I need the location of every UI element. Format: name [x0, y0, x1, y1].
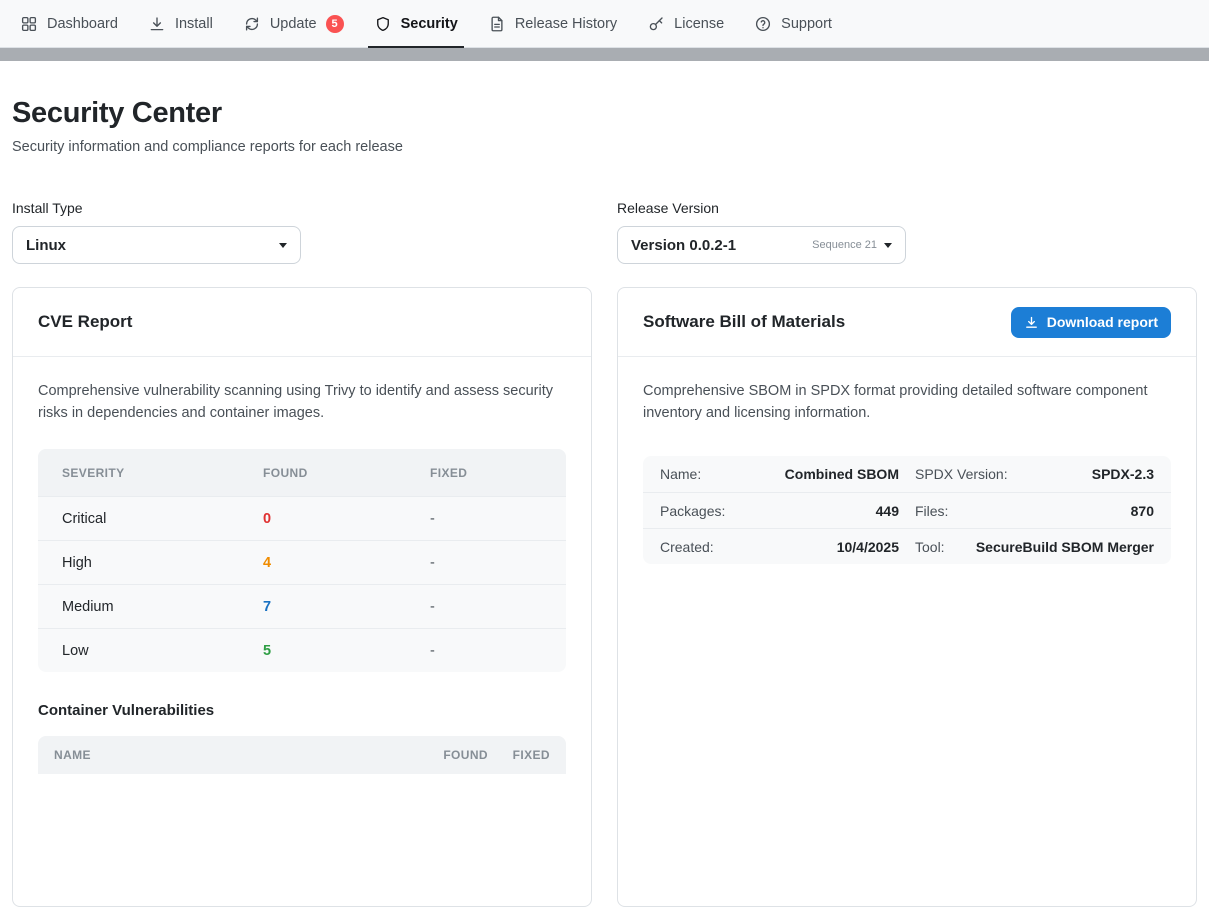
sbom-name-label: Name:	[660, 466, 701, 482]
fixed-count: -	[430, 643, 566, 659]
fixed-count: -	[430, 599, 566, 615]
sbom-details-panel: Name: Combined SBOM SPDX Version: SPDX-2…	[643, 456, 1171, 564]
download-icon	[1024, 315, 1039, 330]
nav-tab-support[interactable]: Support	[739, 0, 847, 47]
nav-tab-label: Dashboard	[47, 16, 118, 32]
page-title: Security Center	[12, 97, 1197, 130]
install-type-label: Install Type	[12, 200, 592, 216]
grid-icon	[20, 15, 38, 33]
sbom-row: Packages: 449 Files: 870	[643, 492, 1171, 528]
sbom-packages-value: 449	[876, 503, 899, 519]
nav-tab-label: Release History	[515, 16, 617, 32]
found-count: 7	[263, 599, 430, 615]
nav-tab-release-history[interactable]: Release History	[473, 0, 632, 47]
col-fixed: FIXED	[430, 466, 566, 480]
cve-description: Comprehensive vulnerability scanning usi…	[38, 381, 566, 424]
page-subtitle: Security information and compliance repo…	[12, 139, 1197, 155]
document-icon	[488, 15, 506, 33]
container-table-header: NAME FOUND FIXED	[38, 736, 566, 774]
chevron-down-icon	[279, 243, 287, 248]
cve-report-card: CVE Report Comprehensive vulnerability s…	[12, 287, 592, 907]
download-report-button[interactable]: Download report	[1011, 307, 1171, 338]
sbom-row: Name: Combined SBOM SPDX Version: SPDX-2…	[643, 456, 1171, 492]
sbom-tool-value: SecureBuild SBOM Merger	[976, 539, 1154, 555]
filters-row: Install Type Linux Release Version Versi…	[12, 200, 1197, 264]
nav-tab-security[interactable]: Security	[359, 0, 473, 47]
found-count: 5	[263, 643, 430, 659]
sbom-name-value: Combined SBOM	[785, 466, 899, 482]
col-found: FOUND	[396, 748, 488, 762]
severity-row-critical: Critical 0 -	[38, 496, 566, 540]
sbom-card-title: Software Bill of Materials	[643, 312, 845, 332]
main-content: Security Center Security information and…	[0, 97, 1209, 907]
nav-tab-update[interactable]: Update 5	[228, 0, 359, 47]
sbom-card-header: Software Bill of Materials Download repo…	[618, 288, 1196, 357]
fixed-count: -	[430, 555, 566, 571]
release-version-value: Version 0.0.2-1	[631, 237, 736, 254]
nav-tab-dashboard[interactable]: Dashboard	[5, 0, 133, 47]
col-name: NAME	[54, 748, 396, 762]
cve-card-title: CVE Report	[38, 312, 132, 332]
sbom-files-value: 870	[1131, 503, 1154, 519]
sbom-spdx-version-value: SPDX-2.3	[1092, 466, 1154, 482]
severity-name: Critical	[62, 511, 263, 527]
col-severity: SEVERITY	[62, 466, 263, 480]
sbom-packages-label: Packages:	[660, 503, 725, 519]
severity-name: Medium	[62, 599, 263, 615]
found-count: 0	[263, 511, 430, 527]
cards-row: CVE Report Comprehensive vulnerability s…	[12, 287, 1197, 907]
sbom-files-label: Files:	[915, 503, 948, 519]
severity-row-medium: Medium 7 -	[38, 584, 566, 628]
col-fixed: FIXED	[488, 748, 550, 762]
key-icon	[647, 15, 665, 33]
download-report-label: Download report	[1047, 314, 1158, 330]
help-icon	[754, 15, 772, 33]
sbom-tool-label: Tool:	[915, 539, 945, 555]
fixed-count: -	[430, 511, 566, 527]
release-version-select[interactable]: Version 0.0.2-1 Sequence 21	[617, 226, 906, 264]
install-type-select[interactable]: Linux	[12, 226, 301, 264]
nav-tab-license[interactable]: License	[632, 0, 739, 47]
sbom-description: Comprehensive SBOM in SPDX format provid…	[643, 381, 1171, 424]
severity-name: Low	[62, 643, 263, 659]
sbom-row: Created: 10/4/2025 Tool: SecureBuild SBO…	[643, 528, 1171, 564]
sbom-card: Software Bill of Materials Download repo…	[617, 287, 1197, 907]
top-divider	[0, 48, 1209, 61]
col-found: FOUND	[263, 466, 430, 480]
severity-name: High	[62, 555, 263, 571]
severity-row-low: Low 5 -	[38, 628, 566, 672]
update-count-badge: 5	[326, 15, 344, 33]
sbom-created-value: 10/4/2025	[837, 539, 899, 555]
download-icon	[148, 15, 166, 33]
release-version-label: Release Version	[617, 200, 1197, 216]
install-type-value: Linux	[26, 237, 66, 254]
nav-tab-label: Support	[781, 16, 832, 32]
shield-icon	[374, 15, 392, 33]
nav-tab-install[interactable]: Install	[133, 0, 228, 47]
found-count: 4	[263, 555, 430, 571]
cve-card-header: CVE Report	[13, 288, 591, 357]
chevron-down-icon	[884, 243, 892, 248]
nav-tab-label: Install	[175, 16, 213, 32]
nav-tab-label: License	[674, 16, 724, 32]
top-nav: Dashboard Install Update 5 Security Rele…	[0, 0, 1209, 48]
nav-tab-label: Update	[270, 16, 317, 32]
sequence-label: Sequence 21	[812, 239, 877, 251]
severity-row-high: High 4 -	[38, 540, 566, 584]
nav-tab-label: Security	[401, 16, 458, 32]
sbom-created-label: Created:	[660, 539, 714, 555]
refresh-icon	[243, 15, 261, 33]
sbom-spdx-version-label: SPDX Version:	[915, 466, 1008, 482]
severity-table: SEVERITY FOUND FIXED Critical 0 - High 4…	[38, 449, 566, 672]
severity-table-header: SEVERITY FOUND FIXED	[38, 449, 566, 496]
container-vulnerabilities-title: Container Vulnerabilities	[38, 702, 566, 719]
